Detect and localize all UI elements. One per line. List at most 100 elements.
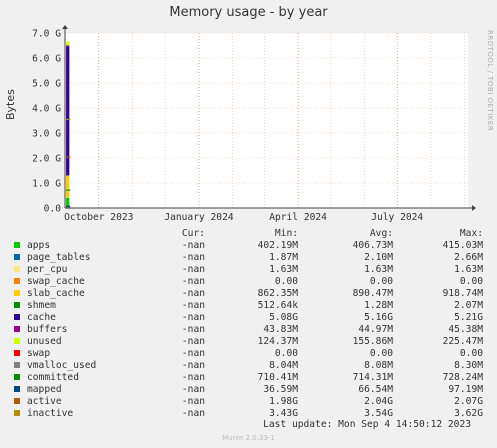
legend-avg: 0.00 (369, 276, 393, 287)
chart-frame: Memory usage - by year RRDTOOL / TOBI OE… (0, 0, 497, 448)
legend-row-apps: apps -nan 402.19M 406.73M 415.03M (12, 240, 492, 252)
legend-name: active (27, 396, 62, 407)
legend-swatch (14, 410, 20, 416)
legend-cur: -nan (181, 408, 205, 419)
y-tick-label: 1.0 G (32, 179, 61, 190)
legend-cur: -nan (181, 396, 205, 407)
legend-swatch (14, 290, 20, 296)
legend-max: 45.38M (448, 324, 483, 335)
legend-max: 2.07G (454, 396, 483, 407)
legend-swatch (14, 302, 20, 308)
legend-cur: -nan (181, 312, 205, 323)
legend-name: cache (27, 312, 56, 323)
legend-swatch (14, 326, 20, 332)
legend-min: 1.87M (269, 252, 298, 263)
legend-avg: 66.54M (358, 384, 393, 395)
header-min: Min: (274, 228, 298, 239)
legend-name: apps (27, 240, 51, 251)
legend-max: 0.00 (459, 348, 483, 359)
legend-name: buffers (27, 324, 68, 335)
legend-cur: -nan (181, 324, 205, 335)
legend-avg: 0.00 (369, 348, 393, 359)
y-tick-label: 0.0 (44, 204, 62, 215)
legend-table: Cur: Min: Avg: Max: apps -nan 402.19M 406.7… (12, 228, 492, 420)
legend-max: 728.24M (442, 372, 483, 383)
legend-avg: 2.04G (364, 396, 393, 407)
legend-min: 36.59M (263, 384, 298, 395)
legend-name: vmalloc_used (27, 360, 97, 371)
legend-cur: -nan (181, 252, 205, 263)
legend-avg: 8.08M (364, 360, 393, 371)
y-tick-label: 3.0 G (32, 129, 61, 140)
legend-cur: -nan (181, 384, 205, 395)
legend-cur: -nan (181, 300, 205, 311)
legend-cur: -nan (181, 264, 205, 275)
legend-min: 5.08G (269, 312, 298, 323)
area-buffers (66, 45, 70, 47)
legend-row-unused: unused -nan 124.37M 155.86M 225.47M (12, 336, 492, 348)
legend-name: page_tables (27, 252, 91, 263)
x-tick-label: July 2024 (371, 212, 423, 223)
legend-avg: 44.97M (358, 324, 393, 335)
legend-header: Cur: Min: Avg: Max: (12, 228, 492, 240)
legend-avg: 406.73M (352, 240, 393, 251)
legend-cur: -nan (181, 276, 205, 287)
legend-max: 8.30M (454, 360, 483, 371)
legend-max: 1.63M (454, 264, 483, 275)
header-max: Max: (459, 228, 483, 239)
legend-min: 124.37M (257, 336, 298, 347)
legend-avg: 155.86M (352, 336, 393, 347)
legend-name: inactive (27, 408, 74, 419)
legend-row-shmem: shmem -nan 512.64k 1.28M 2.07M (12, 300, 492, 312)
legend-avg: 890.47M (352, 288, 393, 299)
legend-row-per_cpu: per_cpu -nan 1.63M 1.63M 1.63M (12, 264, 492, 276)
x-tick-label: October 2023 (64, 212, 134, 223)
legend-swatch (14, 374, 20, 380)
legend-row-swap_cache: swap_cache -nan 0.00 0.00 0.00 (12, 276, 492, 288)
legend-row-slab_cache: slab_cache -nan 862.35M 890.47M 918.74M (12, 288, 492, 300)
legend-max: 918.74M (442, 288, 483, 299)
area-unused (66, 41, 70, 46)
legend-swatch (14, 386, 20, 392)
legend-name: swap_cache (27, 276, 85, 287)
legend-min: 43.83M (263, 324, 298, 335)
legend-avg: 1.63M (364, 264, 393, 275)
legend-min: 402.19M (257, 240, 298, 251)
legend-swatch (14, 362, 20, 368)
legend-min: 1.98G (269, 396, 298, 407)
y-tick-label: 7.0 G (32, 29, 61, 40)
legend-row-vmalloc_used: vmalloc_used -nan 8.04M 8.08M 8.30M (12, 360, 492, 372)
legend-name: slab_cache (27, 288, 85, 299)
plot-background (65, 33, 468, 208)
area-slab_cache (66, 175, 70, 198)
header-avg: Avg: (369, 228, 393, 239)
legend-swatch (14, 266, 20, 272)
legend-max: 2.07M (454, 300, 483, 311)
munin-footer: Munin 2.0.33-1 (222, 434, 275, 442)
legend-row-buffers: buffers -nan 43.83M 44.97M 45.38M (12, 324, 492, 336)
legend-avg: 1.28M (364, 300, 393, 311)
legend-avg: 5.16G (364, 312, 393, 323)
x-axis-arrow (472, 205, 476, 211)
last-update: Last update: Mon Sep 4 14:50:12 2023 (263, 419, 471, 430)
legend-max: 0.00 (459, 276, 483, 287)
legend-row-swap: swap -nan 0.00 0.00 0.00 (12, 348, 492, 360)
y-axis-arrow (62, 25, 68, 29)
legend-cur: -nan (181, 288, 205, 299)
legend-max: 225.47M (442, 336, 483, 347)
legend-avg: 2.10M (364, 252, 393, 263)
legend-max: 5.21G (454, 312, 483, 323)
legend-row-active: active -nan 1.98G 2.04G 2.07G (12, 396, 492, 408)
x-tick-label: April 2024 (269, 212, 327, 223)
legend-name: unused (27, 336, 62, 347)
legend-swatch (14, 278, 20, 284)
legend-swatch (14, 350, 20, 356)
legend-cur: -nan (181, 240, 205, 251)
legend-min: 862.35M (257, 288, 298, 299)
header-cur: Cur: (181, 228, 205, 239)
legend-min: 710.41M (257, 372, 298, 383)
legend-min: 0.00 (274, 348, 298, 359)
legend-rows: apps -nan 402.19M 406.73M 415.03M page_tables… (12, 240, 492, 420)
legend-avg: 714.31M (352, 372, 393, 383)
y-tick-label: 4.0 G (32, 104, 61, 115)
